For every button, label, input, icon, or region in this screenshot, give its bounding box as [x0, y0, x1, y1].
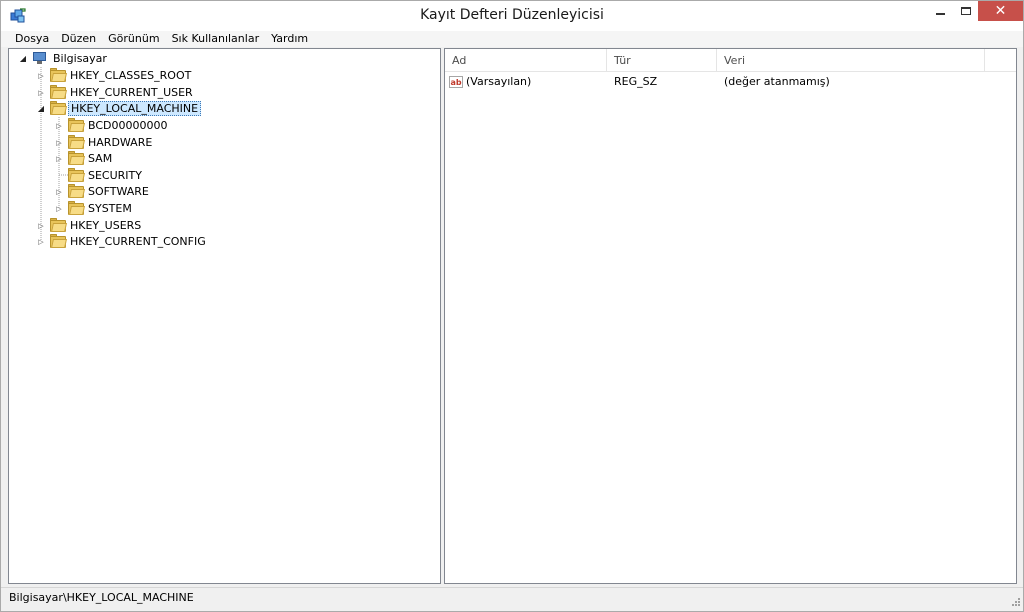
- tree-node-label: HKEY_CURRENT_USER: [70, 86, 193, 99]
- tree-node-label-selected: HKEY_LOCAL_MACHINE: [68, 101, 202, 116]
- tree-node-label: HKEY_USERS: [70, 219, 142, 232]
- column-header-name[interactable]: Ad: [445, 49, 607, 72]
- table-row[interactable]: ab (Varsayılan) REG_SZ (değer atanmamış): [445, 73, 985, 90]
- tree-node-hkey-classes-root[interactable]: ▷ HKEY_CLASSES_ROOT: [36, 67, 191, 84]
- maximize-button[interactable]: [952, 1, 980, 21]
- close-icon: ✕: [994, 3, 1007, 19]
- menu-help[interactable]: Yardım: [265, 31, 314, 47]
- tree-node-label: BCD00000000: [88, 119, 168, 132]
- tree-node-label: SOFTWARE: [88, 185, 149, 198]
- menu-favorites[interactable]: Sık Kullanılanlar: [166, 31, 266, 47]
- value-name-cell: ab (Varsayılan): [445, 75, 607, 88]
- tree-node-security[interactable]: SECURITY: [54, 167, 142, 184]
- tree-node-label: SYSTEM: [88, 202, 132, 215]
- minimize-button[interactable]: [926, 1, 954, 21]
- expand-arrow-icon[interactable]: ▷: [54, 187, 64, 197]
- menu-file[interactable]: Dosya: [9, 31, 55, 47]
- maximize-icon: [961, 7, 971, 15]
- tree-node-hkey-users[interactable]: ▷ HKEY_USERS: [36, 217, 141, 234]
- tree-node-hkey-current-user[interactable]: ▷ HKEY_CURRENT_USER: [36, 84, 193, 101]
- value-data-cell: (değer atanmamış): [724, 75, 830, 88]
- tree-node-label: SECURITY: [88, 169, 142, 182]
- regedit-window: Kayıt Defteri Düzenleyicisi ✕ Dosya Düze…: [0, 0, 1024, 612]
- minimize-icon: [935, 13, 945, 15]
- tree-node-hkey-local-machine[interactable]: ◢ HKEY_LOCAL_MACHINE: [36, 100, 202, 117]
- tree-node-hkey-current-config[interactable]: ▷ HKEY_CURRENT_CONFIG: [36, 233, 206, 250]
- tree-node-label: HARDWARE: [88, 136, 153, 149]
- expand-arrow-icon[interactable]: ▷: [54, 121, 64, 131]
- tree-node-label: HKEY_CURRENT_CONFIG: [70, 235, 206, 248]
- folder-icon: [50, 85, 67, 99]
- column-header-data[interactable]: Veri: [717, 49, 985, 72]
- status-bar: Bilgisayar\HKEY_LOCAL_MACHINE: [1, 587, 1023, 609]
- tree-node-sam[interactable]: ▷ SAM: [54, 150, 112, 167]
- list-header: Ad Tür Veri: [445, 49, 1016, 72]
- menu-edit[interactable]: Düzen: [55, 31, 102, 47]
- folder-icon: [68, 168, 85, 182]
- title-bar[interactable]: Kayıt Defteri Düzenleyicisi ✕: [1, 1, 1023, 31]
- folder-icon: [68, 135, 85, 149]
- folder-icon: [68, 201, 85, 215]
- status-path: Bilgisayar\HKEY_LOCAL_MACHINE: [9, 591, 194, 604]
- resize-grip-icon[interactable]: [1010, 596, 1020, 606]
- tree-node-computer[interactable]: ◢ Bilgisayar: [18, 50, 107, 67]
- column-header-type[interactable]: Tür: [607, 49, 717, 72]
- expand-arrow-icon[interactable]: ▷: [36, 237, 46, 247]
- ab-string-icon: ab: [449, 76, 463, 88]
- tree-node-system[interactable]: ▷ SYSTEM: [54, 200, 132, 217]
- value-type-cell: REG_SZ: [614, 75, 658, 88]
- key-tree-pane[interactable]: ◢ Bilgisayar ▷ HKEY_CLASSES_ROOT ▷ HKEY_…: [8, 48, 441, 584]
- folder-icon: [68, 118, 85, 132]
- folder-icon: [50, 68, 67, 82]
- expand-arrow-icon[interactable]: ▷: [36, 88, 46, 98]
- expand-arrow-icon[interactable]: ▷: [54, 154, 64, 164]
- expand-arrow-icon[interactable]: ▷: [54, 204, 64, 214]
- open-folder-icon: [50, 101, 67, 115]
- tree-node-bcd[interactable]: ▷ BCD00000000: [54, 117, 168, 134]
- close-button[interactable]: ✕: [978, 1, 1023, 21]
- computer-icon: [32, 52, 48, 65]
- menu-bar: Dosya Düzen Görünüm Sık Kullanılanlar Ya…: [1, 31, 1023, 47]
- tree-node-label: HKEY_CLASSES_ROOT: [70, 69, 192, 82]
- tree-node-label: Bilgisayar: [53, 52, 107, 65]
- expand-arrow-icon[interactable]: ▷: [36, 221, 46, 231]
- folder-icon: [50, 218, 67, 232]
- menu-view[interactable]: Görünüm: [102, 31, 165, 47]
- window-title: Kayıt Defteri Düzenleyicisi: [420, 7, 604, 23]
- folder-icon: [68, 151, 85, 165]
- expand-arrow-icon[interactable]: ▷: [54, 138, 64, 148]
- folder-icon: [50, 234, 67, 248]
- value-name: (Varsayılan): [466, 75, 532, 88]
- tree-node-software[interactable]: ▷ SOFTWARE: [54, 183, 149, 200]
- tree-node-label: SAM: [88, 152, 113, 165]
- collapse-arrow-icon[interactable]: ◢: [36, 104, 46, 114]
- expand-arrow-icon[interactable]: ▷: [36, 71, 46, 81]
- tree-node-hardware[interactable]: ▷ HARDWARE: [54, 134, 152, 151]
- collapse-arrow-icon[interactable]: ◢: [18, 54, 28, 64]
- values-list-pane[interactable]: Ad Tür Veri ab (Varsayılan) REG_SZ (değer…: [444, 48, 1017, 584]
- folder-icon: [68, 184, 85, 198]
